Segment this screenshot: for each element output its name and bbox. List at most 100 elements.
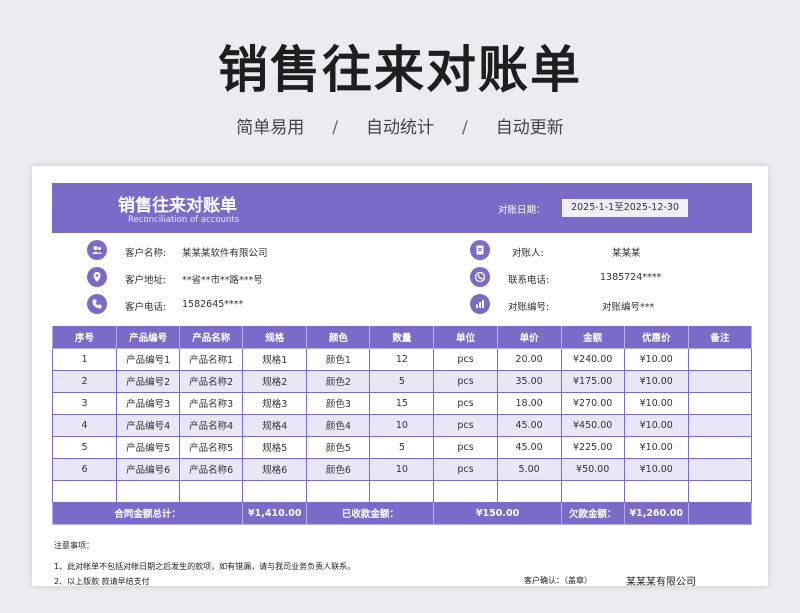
- table-cell[interactable]: 颜色6: [306, 457, 371, 481]
- table-cell[interactable]: 产品名称2: [179, 369, 244, 393]
- date-field[interactable]: 2025-1-1至2025-12-30: [562, 199, 688, 217]
- table-cell[interactable]: 产品编号5: [116, 435, 181, 459]
- table-cell[interactable]: [51, 479, 118, 503]
- table-row: 6 产品编号6 产品名称6 规格6 颜色6 10 pcs 5.00 ¥50.00 ¥10.00: [51, 457, 753, 481]
- table-cell[interactable]: ¥10.00: [623, 435, 689, 459]
- table-cell[interactable]: 产品编号3: [116, 391, 181, 415]
- statement-table: 序号 产品编号 产品名称 规格 颜色 数量 单位 单价 金额 优惠价 备注 1产…: [51, 326, 753, 525]
- table-cell[interactable]: 产品名称5: [179, 435, 244, 459]
- table-cell[interactable]: 产品名称1: [179, 347, 244, 371]
- table-cell[interactable]: 规格4: [242, 413, 308, 437]
- table-cell[interactable]: 1: [51, 347, 118, 371]
- users-icon: [87, 240, 107, 260]
- table-cell[interactable]: [242, 479, 308, 503]
- table-cell[interactable]: 4: [51, 413, 118, 437]
- table-cell[interactable]: 颜色1: [306, 347, 371, 371]
- table-cell[interactable]: 35.00: [496, 369, 562, 393]
- table-cell[interactable]: 45.00: [496, 435, 562, 459]
- table-cell[interactable]: pcs: [433, 391, 498, 415]
- table-cell[interactable]: pcs: [433, 413, 498, 437]
- contact-phone-icon: [470, 267, 490, 287]
- table-cell[interactable]: 45.00: [496, 413, 562, 437]
- table-cell[interactable]: ¥175.00: [560, 369, 625, 393]
- table-cell[interactable]: [179, 479, 244, 503]
- table-cell[interactable]: [687, 347, 753, 371]
- table-cell[interactable]: [560, 479, 625, 503]
- table-cell[interactable]: ¥225.00: [560, 435, 625, 459]
- table-cell[interactable]: pcs: [433, 435, 498, 459]
- table-cell[interactable]: 产品编号2: [116, 369, 181, 393]
- table-cell[interactable]: [116, 479, 181, 503]
- table-cell[interactable]: 规格2: [242, 369, 308, 393]
- table-cell[interactable]: [687, 413, 753, 437]
- received-label: 已收款金额：: [306, 501, 435, 525]
- column-header: 序号: [51, 326, 118, 349]
- contract-total-label: 合同金额总计：: [51, 501, 244, 525]
- owed-label: 欠款金额：: [560, 501, 625, 525]
- table-row: 1 产品编号1 产品名称1 规格1 颜色1 12 pcs 20.00 ¥240.00 ¥10.00: [51, 347, 753, 371]
- column-header: 备注: [687, 326, 753, 349]
- table-cell[interactable]: 产品编号6: [116, 457, 181, 481]
- column-header: 产品名称: [179, 326, 244, 349]
- feature-3: 自动更新: [495, 118, 564, 138]
- table-cell[interactable]: [496, 479, 562, 503]
- table-cell[interactable]: [623, 479, 689, 503]
- table-cell[interactable]: pcs: [433, 347, 498, 371]
- feature-2: 自动统计: [366, 118, 434, 138]
- table-cell[interactable]: [433, 479, 498, 503]
- table-cell[interactable]: ¥10.00: [623, 457, 689, 481]
- separator: /: [462, 118, 468, 138]
- table-cell[interactable]: [687, 391, 753, 415]
- table-cell[interactable]: 规格1: [242, 347, 308, 371]
- statement-sheet: 销售往来对账单 Reconciliation of accounts 对账日期：…: [32, 166, 768, 586]
- company-name: 某某某有限公司: [626, 577, 696, 586]
- table-cell[interactable]: [687, 369, 753, 393]
- table-cell[interactable]: [687, 479, 753, 503]
- table-cell[interactable]: 5: [369, 435, 435, 459]
- table-cell[interactable]: ¥240.00: [560, 347, 625, 371]
- table-cell[interactable]: 颜色3: [306, 391, 371, 415]
- sheet-subtitle: Reconciliation of accounts: [128, 215, 240, 225]
- table-cell[interactable]: 10: [369, 413, 435, 437]
- table-cell[interactable]: 产品名称3: [179, 391, 244, 415]
- table-cell[interactable]: ¥10.00: [623, 413, 689, 437]
- hero-title: 销售往来对账单: [218, 41, 582, 99]
- table-cell[interactable]: pcs: [433, 457, 498, 481]
- table-cell[interactable]: ¥450.00: [560, 413, 625, 437]
- table-cell[interactable]: 颜色5: [306, 435, 371, 459]
- table-cell[interactable]: 颜色4: [306, 413, 371, 437]
- table-cell[interactable]: ¥50.00: [560, 457, 625, 481]
- notes-title: 注意事项：: [54, 541, 94, 550]
- customer-address-label: 客户地址:: [125, 275, 167, 286]
- table-cell[interactable]: 18.00: [496, 391, 562, 415]
- table-cell[interactable]: 产品编号1: [116, 347, 181, 371]
- table-cell[interactable]: 3: [51, 391, 118, 415]
- table-cell[interactable]: 20.00: [496, 347, 562, 371]
- table-cell[interactable]: 12: [369, 347, 435, 371]
- table-cell[interactable]: [687, 435, 753, 459]
- table-cell[interactable]: 规格5: [242, 435, 308, 459]
- column-header: 颜色: [306, 326, 371, 349]
- table-cell[interactable]: [306, 479, 371, 503]
- table-cell[interactable]: 6: [51, 457, 118, 481]
- table-cell[interactable]: 10: [369, 457, 435, 481]
- table-cell[interactable]: 规格6: [242, 457, 308, 481]
- table-cell[interactable]: 5: [51, 435, 118, 459]
- table-cell[interactable]: pcs: [433, 369, 498, 393]
- table-cell[interactable]: 15: [369, 391, 435, 415]
- table-cell[interactable]: ¥270.00: [560, 391, 625, 415]
- table-cell[interactable]: 产品名称4: [179, 413, 244, 437]
- table-cell[interactable]: 颜色2: [306, 369, 371, 393]
- table-cell[interactable]: 产品名称6: [179, 457, 244, 481]
- table-cell[interactable]: ¥10.00: [623, 347, 689, 371]
- table-cell[interactable]: ¥10.00: [623, 369, 689, 393]
- table-cell[interactable]: 2: [51, 369, 118, 393]
- table-cell[interactable]: [687, 457, 753, 481]
- table-cell[interactable]: [369, 479, 435, 503]
- table-cell[interactable]: 5.00: [496, 457, 562, 481]
- table-cell[interactable]: 产品编号4: [116, 413, 181, 437]
- table-cell[interactable]: ¥10.00: [623, 391, 689, 415]
- reconciler-label: 对账人:: [512, 248, 544, 259]
- table-cell[interactable]: 5: [369, 369, 435, 393]
- table-cell[interactable]: 规格3: [242, 391, 308, 415]
